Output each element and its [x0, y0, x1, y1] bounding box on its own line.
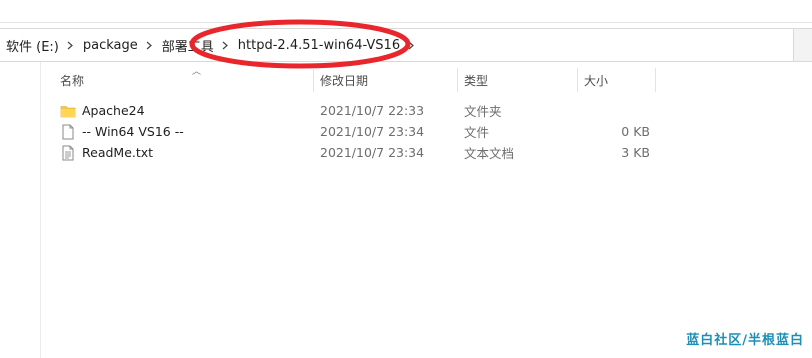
column-header-name-label: 名称 [60, 73, 85, 88]
column-header-type-label: 类型 [464, 73, 489, 88]
watermark-text: 蓝白社区/半根蓝白 [686, 333, 804, 348]
file-list: Apache24 2021/10/7 22:33 文件夹 -- Win64 VS… [40, 100, 812, 163]
column-header-size-label: 大小 [584, 73, 609, 88]
chevron-right-icon[interactable] [222, 41, 228, 50]
file-row[interactable]: ReadMe.txt 2021/10/7 23:34 文本文档 3 KB [40, 142, 812, 163]
address-bar[interactable]: 软件 (E:) package 部署工具 httpd-2.4.51-win64-… [0, 28, 794, 62]
column-header-name[interactable]: 名称 ︿ [54, 66, 314, 94]
file-row[interactable]: Apache24 2021/10/7 22:33 文件夹 [40, 100, 812, 121]
column-headers: 名称 ︿ 修改日期 类型 大小 [40, 66, 812, 94]
column-header-type[interactable]: 类型 [458, 66, 578, 94]
file-size: 0 KB [621, 124, 650, 139]
breadcrumb-package[interactable]: package [77, 38, 142, 53]
sort-ascending-icon: ︿ [192, 67, 202, 77]
navigation-pane[interactable] [0, 62, 41, 358]
file-name-cell[interactable]: ReadMe.txt [60, 142, 153, 163]
column-header-size[interactable]: 大小 [578, 66, 656, 94]
file-name: ReadMe.txt [82, 145, 154, 160]
address-bar-edge [794, 28, 812, 62]
column-header-date-label: 修改日期 [320, 73, 369, 88]
file-name-cell[interactable]: Apache24 [60, 100, 145, 121]
file-name-cell[interactable]: -- Win64 VS16 -- [60, 121, 184, 142]
file-size: 3 KB [621, 145, 650, 160]
column-header-date[interactable]: 修改日期 [314, 66, 458, 94]
file-row[interactable]: -- Win64 VS16 -- 2021/10/7 23:34 文件 0 KB [40, 121, 812, 142]
file-name: Apache24 [82, 103, 145, 118]
file-name: -- Win64 VS16 -- [82, 124, 184, 139]
file-date: 2021/10/7 22:33 [320, 103, 425, 118]
column-divider[interactable] [655, 68, 656, 92]
file-type: 文本文档 [464, 146, 515, 161]
file-type: 文件 [464, 125, 490, 140]
folder-icon [60, 105, 76, 117]
breadcrumb-current-folder[interactable]: httpd-2.4.51-win64-VS16 [232, 38, 404, 53]
ribbon-edge [0, 0, 812, 23]
file-type: 文件夹 [464, 104, 502, 119]
file-size [580, 100, 650, 121]
breadcrumb-deploy-tools[interactable]: 部署工具 [156, 36, 218, 55]
breadcrumb-drive[interactable]: 软件 (E:) [0, 36, 63, 55]
text-file-icon [62, 145, 74, 160]
file-date: 2021/10/7 23:34 [320, 124, 425, 139]
chevron-right-icon[interactable] [67, 41, 73, 50]
chevron-right-icon[interactable] [408, 41, 415, 50]
explorer-window: 软件 (E:) package 部署工具 httpd-2.4.51-win64-… [0, 0, 812, 358]
blank-file-icon [62, 124, 74, 139]
chevron-right-icon[interactable] [146, 41, 152, 50]
file-date: 2021/10/7 23:34 [320, 145, 425, 160]
